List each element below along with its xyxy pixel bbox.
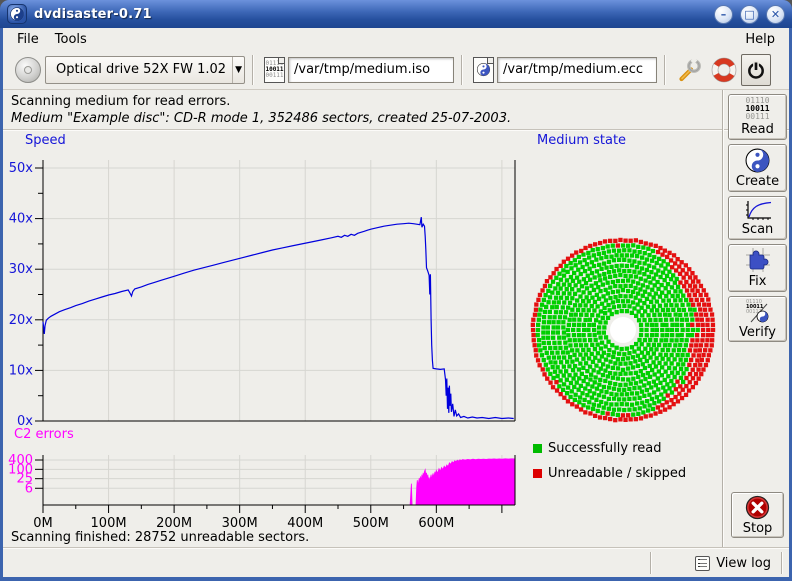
unreadable-swatch — [533, 469, 542, 478]
yin-yang-icon — [745, 148, 770, 173]
verify-button[interactable]: 01110 10011 00111 Verify — [728, 296, 787, 342]
dropdown-arrow-icon[interactable]: ▼ — [232, 57, 244, 83]
wrench-icon — [677, 57, 703, 83]
stop-button[interactable]: Stop — [731, 492, 784, 538]
menu-file[interactable]: File — [9, 30, 47, 49]
preferences-button[interactable] — [675, 54, 705, 86]
ecc-file-icon — [473, 57, 494, 83]
scan-curve-icon — [744, 200, 772, 221]
toolbar-separator — [461, 55, 463, 85]
menu-tools[interactable]: Tools — [47, 30, 95, 49]
stop-icon — [745, 495, 770, 520]
fix-button[interactable]: Fix — [728, 244, 787, 292]
toolbar-separator — [252, 55, 254, 85]
separator — [650, 552, 652, 574]
scan-button[interactable]: Scan — [728, 196, 787, 240]
legend-unreadable: Unreadable / skipped — [533, 466, 686, 481]
app-icon — [7, 4, 27, 24]
image-file-icon: 011101001100111 — [264, 57, 285, 83]
svg-text:40x: 40x — [9, 212, 34, 227]
speed-chart: 0x 10x 20x 30x 40x 50x — [3, 131, 528, 433]
puzzle-icon — [745, 247, 771, 273]
drive-selector-value: Optical drive 52X FW 1.02 — [46, 62, 232, 77]
verify-icon: 01110 10011 00111 — [745, 298, 771, 324]
help-lifesaver-button[interactable] — [709, 54, 739, 86]
toolbar-separator — [664, 55, 666, 85]
view-log-button[interactable]: View log — [685, 556, 781, 571]
app-window: dvdisaster-0.71 – □ ✕ File Tools Help Op… — [0, 0, 792, 581]
medium-state-title: Medium state — [537, 133, 626, 148]
status-bar: View log — [3, 549, 789, 577]
svg-text:400: 400 — [8, 453, 33, 468]
create-button[interactable]: Create — [728, 144, 787, 192]
window-controls: – □ ✕ — [714, 5, 785, 24]
menu-bar: File Tools Help — [3, 28, 789, 50]
close-button[interactable]: ✕ — [766, 5, 785, 24]
svg-text:0M: 0M — [33, 516, 53, 531]
svg-text:600M: 600M — [418, 516, 454, 531]
title-bar[interactable]: dvdisaster-0.71 – □ ✕ — [0, 0, 792, 28]
legend-unreadable-label: Unreadable / skipped — [548, 466, 686, 481]
quit-button[interactable] — [741, 54, 771, 86]
log-list-icon — [695, 556, 710, 571]
separator — [781, 552, 783, 574]
svg-text:20x: 20x — [9, 313, 34, 328]
drive-button[interactable] — [11, 53, 45, 87]
power-icon — [746, 60, 766, 80]
svg-text:500M: 500M — [353, 516, 389, 531]
status-line-2: Medium "Example disc": CD-R mode 1, 3524… — [11, 111, 511, 126]
svg-text:300M: 300M — [222, 516, 258, 531]
window-body: File Tools Help Optical drive 52X FW 1.0… — [3, 28, 789, 577]
svg-text:400M: 400M — [287, 516, 323, 531]
medium-state-disc — [521, 225, 729, 437]
menu-help[interactable]: Help — [737, 30, 783, 49]
legend-read-label: Successfully read — [548, 441, 661, 456]
ecc-file-input[interactable] — [497, 57, 657, 83]
svg-text:0x: 0x — [17, 414, 33, 429]
minimize-button[interactable]: – — [714, 5, 733, 24]
svg-text:10x: 10x — [9, 363, 34, 378]
separator — [722, 90, 724, 547]
toolbar: Optical drive 52X FW 1.02 ▼ 011101001100… — [3, 50, 789, 90]
binary-icon: 011101001100111 — [745, 97, 769, 121]
cd-disc-icon — [15, 57, 41, 83]
legend-read: Successfully read — [533, 441, 661, 456]
svg-text:50x: 50x — [9, 161, 34, 176]
svg-text:200M: 200M — [156, 516, 192, 531]
image-file-input[interactable] — [288, 57, 454, 83]
finished-status: Scanning finished: 28752 unreadable sect… — [11, 530, 309, 545]
yin-yang-icon — [10, 7, 24, 21]
lifesaver-icon — [711, 57, 737, 83]
maximize-button[interactable]: □ — [740, 5, 759, 24]
read-button[interactable]: 011101001100111 Read — [728, 94, 787, 140]
status-line-1: Scanning medium for read errors. — [11, 94, 230, 109]
svg-text:30x: 30x — [9, 262, 34, 277]
read-swatch — [533, 444, 542, 453]
svg-text:100M: 100M — [91, 516, 127, 531]
window-title: dvdisaster-0.71 — [34, 7, 152, 22]
view-log-label: View log — [716, 556, 771, 571]
drive-selector[interactable]: Optical drive 52X FW 1.02 ▼ — [45, 56, 245, 84]
